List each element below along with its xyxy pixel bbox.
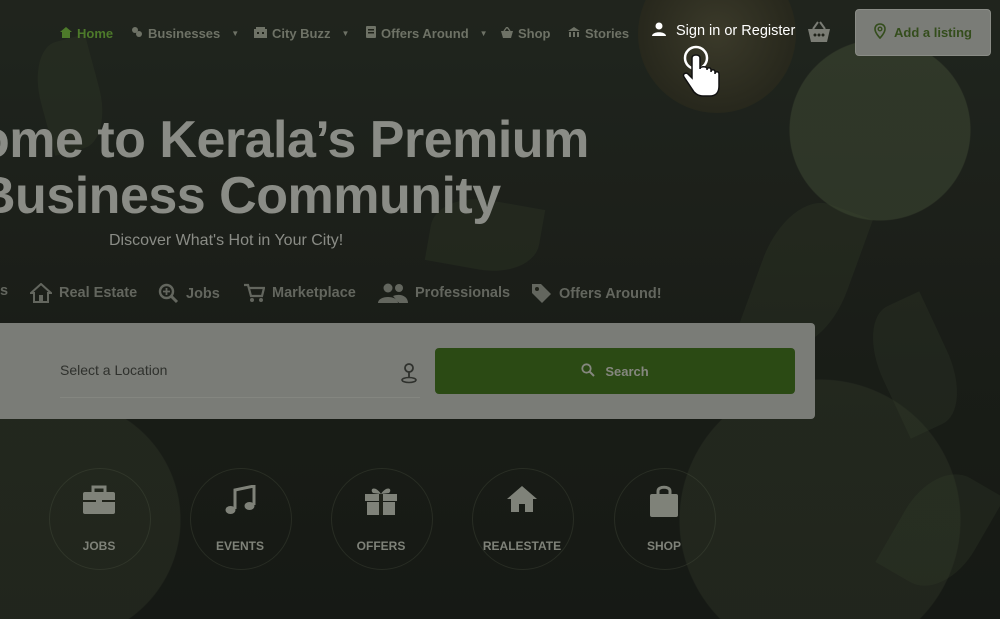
tile-events[interactable]: EVENTS (180, 485, 300, 553)
nav-item-businesses[interactable]: Businesses ▼ (131, 24, 239, 42)
nav-item-home[interactable]: Home (60, 24, 113, 42)
gift-icon (321, 485, 441, 525)
tile-offers[interactable]: OFFERS (321, 485, 441, 553)
shop-icon (501, 25, 513, 40)
real-estate-icon (30, 283, 52, 303)
nav-item-label: Shop (518, 25, 551, 41)
tile-jobs[interactable]: JOBS (39, 485, 159, 553)
home-icon (60, 26, 72, 40)
category-label: s (0, 283, 9, 299)
hero-title-line-1: ome to Kerala’s Premium (0, 111, 589, 169)
category-link-professionals[interactable]: Professionals (378, 283, 510, 303)
location-field[interactable] (60, 360, 420, 398)
house-icon (462, 485, 582, 525)
nav-item-label: City Buzz (272, 25, 331, 41)
category-label: Offers Around! (559, 285, 662, 302)
category-link-marketplace[interactable]: Marketplace (243, 283, 356, 303)
nav-item-city-buzz[interactable]: City Buzz ▼ (254, 24, 349, 42)
city-buzz-icon (254, 26, 267, 40)
chevron-down-icon: ▼ (231, 28, 240, 38)
cart-icon (243, 283, 265, 303)
tag-icon (531, 283, 552, 304)
search-button-label: Search (605, 363, 649, 379)
music-note-icon (180, 485, 300, 525)
nav-item-label: Businesses (148, 25, 221, 41)
category-link-jobs[interactable]: Jobs (158, 283, 220, 304)
chevron-down-icon: ▼ (341, 28, 350, 38)
jobs-search-icon (158, 283, 179, 304)
tile-shop[interactable]: SHOP (604, 485, 724, 553)
category-label: Real Estate (59, 285, 138, 301)
people-icon (378, 283, 408, 303)
search-button[interactable]: Search (435, 348, 795, 394)
businesses-icon (131, 26, 143, 40)
locate-me-icon[interactable] (399, 362, 419, 384)
tile-label: OFFERS (356, 539, 406, 553)
hand-pointer-icon (676, 44, 724, 100)
hero-title-line-2: Business Community (0, 167, 501, 225)
location-input[interactable] (60, 360, 380, 380)
offers-icon (366, 26, 376, 40)
nav-item-label: Offers Around (381, 25, 469, 41)
nav-item-label: Home (77, 25, 114, 41)
search-icon (581, 362, 596, 380)
chevron-down-icon: ▼ (479, 28, 488, 38)
add-listing-label: Add a listing (894, 25, 972, 40)
add-listing-button[interactable]: Add a listing (855, 9, 991, 56)
category-link-offers-around[interactable]: Offers Around! (531, 283, 662, 304)
stories-icon (568, 26, 580, 40)
nav-item-label: Stories (585, 25, 630, 41)
basket-icon[interactable] (806, 20, 832, 44)
category-link-real-estate[interactable]: Real Estate (30, 283, 137, 303)
user-icon (652, 22, 666, 40)
tile-label: REALESTATE (482, 539, 562, 553)
category-link-partial[interactable]: s (0, 283, 8, 299)
signin-register-link[interactable]: Sign in or Register (652, 22, 795, 40)
category-label: Professionals (415, 285, 511, 301)
tile-label: EVENTS (215, 539, 264, 553)
briefcase-icon (39, 485, 159, 525)
map-pin-icon (874, 23, 886, 42)
nav-item-offers-around[interactable]: Offers Around ▼ (366, 24, 488, 42)
signin-label: Sign in or Register (676, 23, 796, 39)
category-label: Marketplace (272, 285, 356, 301)
top-navigation: Home Businesses ▼ City Buzz ▼ Offers Aro… (0, 0, 1000, 66)
nav-item-stories[interactable]: Stories (568, 24, 629, 42)
shopping-bag-icon (604, 485, 724, 525)
nav-item-shop[interactable]: Shop (501, 24, 551, 42)
tile-label: JOBS (82, 539, 116, 553)
tile-realestate[interactable]: REALESTATE (462, 485, 582, 553)
tile-label: SHOP (646, 539, 681, 553)
hero-subtitle: Discover What's Hot in Your City! (109, 232, 344, 249)
category-label: Jobs (186, 285, 220, 302)
